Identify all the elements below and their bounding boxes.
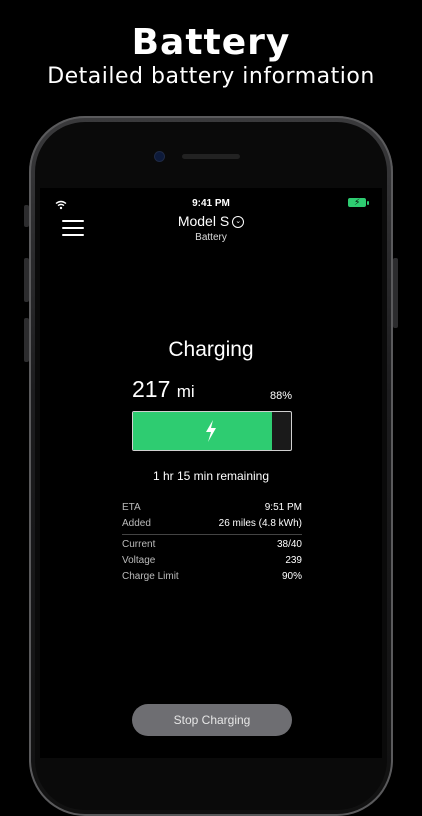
screen-subtitle: Battery	[195, 232, 227, 243]
battery-charging-icon: ⚡	[348, 197, 369, 207]
charge-level-fill	[133, 412, 273, 450]
stat-row-eta: ETA 9:51 PM	[122, 501, 302, 517]
front-camera	[155, 152, 164, 161]
stat-value: 38/40	[276, 539, 302, 550]
range-display: 217 mi	[132, 376, 195, 403]
time-remaining: 1 hr 15 min remaining	[152, 469, 270, 483]
stat-row-added: Added 26 miles (4.8 kWh)	[122, 517, 302, 533]
promo-title: Battery	[131, 22, 291, 63]
earpiece-speaker	[182, 154, 240, 159]
stat-label: Charge Limit	[122, 571, 179, 582]
stat-value: 239	[285, 555, 302, 566]
range-value: 217	[132, 376, 171, 402]
stat-label: ETA	[122, 502, 141, 513]
chevron-down-circle-icon: ⌄	[232, 216, 245, 229]
stat-label: Current	[122, 539, 156, 550]
stat-row-current: Current 38/40	[122, 538, 302, 554]
lightning-bolt-icon	[204, 420, 218, 447]
vehicle-name: Model S	[177, 213, 230, 229]
stat-row-voltage: Voltage 239	[122, 554, 302, 570]
stat-label: Voltage	[122, 555, 156, 566]
stats-divider	[122, 534, 302, 535]
stat-label: Added	[122, 518, 151, 529]
stop-charging-button[interactable]: Stop Charging	[132, 704, 292, 736]
range-unit: mi	[176, 382, 195, 401]
battery-percent: 88%	[270, 390, 293, 402]
phone-power-button	[393, 258, 398, 328]
vehicle-selector[interactable]: Model S ⌄	[0, 213, 422, 229]
stat-row-charge-limit: Charge Limit 90%	[122, 570, 302, 586]
charging-stats: ETA 9:51 PM Added 26 miles (4.8 kWh) Cur…	[122, 501, 302, 586]
stat-value: 9:51 PM	[264, 502, 302, 513]
charging-status: Charging	[168, 338, 254, 361]
stat-value: 26 miles (4.8 kWh)	[218, 518, 302, 529]
promo-subtitle: Detailed battery information	[47, 64, 375, 89]
stat-value: 90%	[281, 571, 302, 582]
